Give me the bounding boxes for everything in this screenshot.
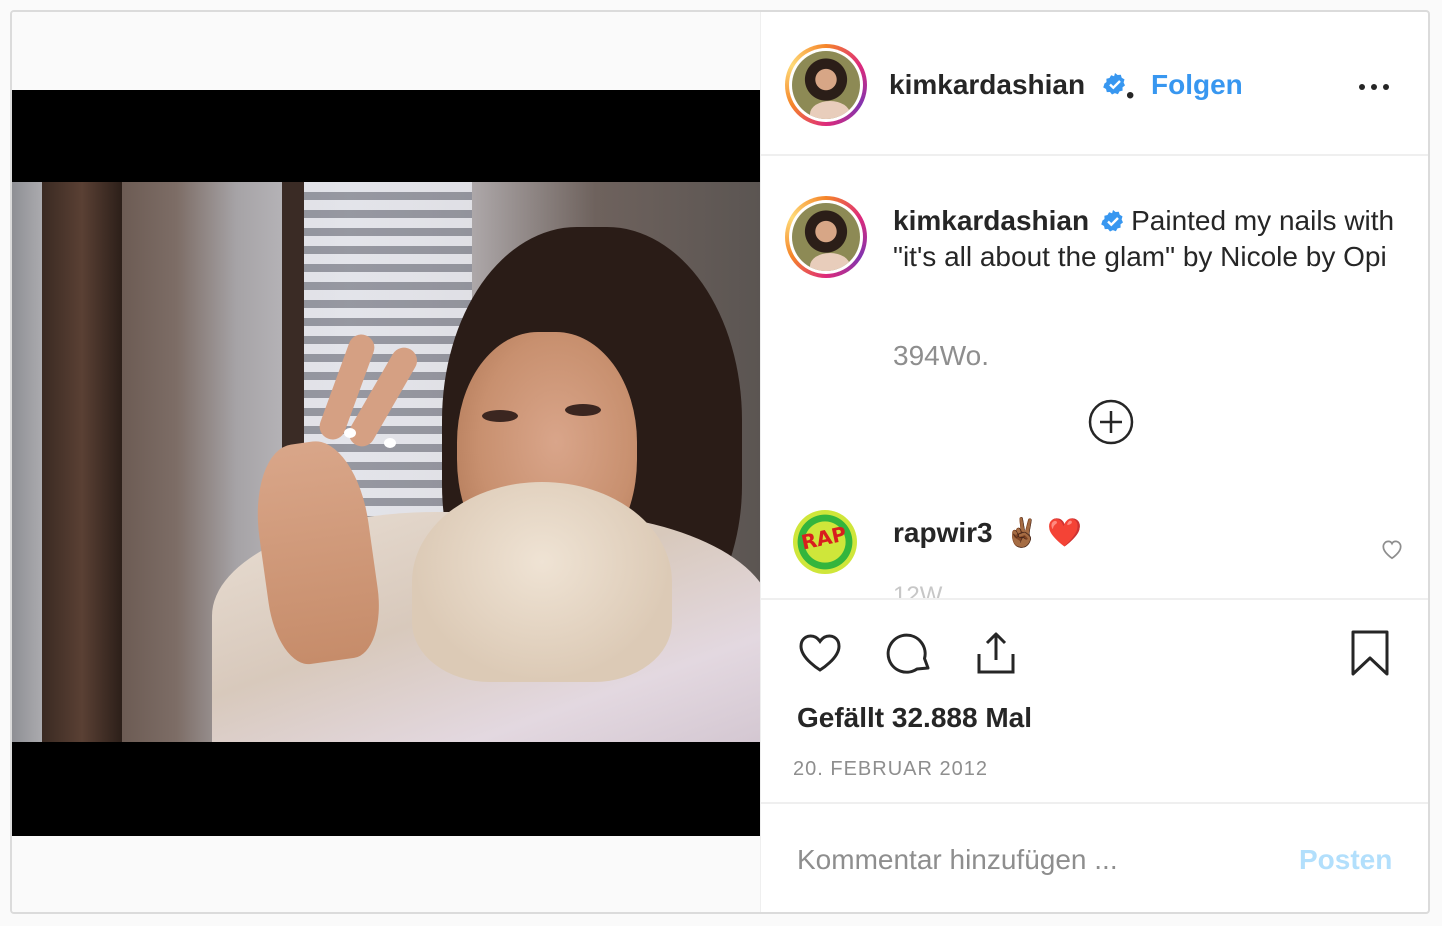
- comment-avatar[interactable]: RAP: [793, 510, 857, 574]
- comment-avatar-logo: RAP: [799, 521, 849, 555]
- post-age[interactable]: 394Wo.: [893, 340, 989, 372]
- verified-badge-icon: [1103, 73, 1125, 95]
- verified-badge-icon: [1101, 210, 1124, 232]
- comment-text: ✌🏾 ❤️: [1004, 517, 1083, 548]
- photo-content: [12, 182, 760, 742]
- post-header: kimkardashian • Folgen: [761, 12, 1428, 156]
- likes-count-link[interactable]: Gefällt 32.888 Mal: [797, 702, 1032, 733]
- comments-section: kimkardashian Painted my nails with "it'…: [761, 158, 1428, 598]
- post-card: kimkardashian • Folgen kimkardashian Pai…: [10, 10, 1430, 914]
- post-sidebar: kimkardashian • Folgen kimkardashian Pai…: [760, 12, 1428, 912]
- follow-button[interactable]: Folgen: [1151, 69, 1243, 101]
- post-comment-button[interactable]: Posten: [1299, 844, 1392, 876]
- plus-circle-icon[interactable]: [1087, 398, 1135, 446]
- more-options-icon[interactable]: [1355, 72, 1395, 102]
- comment: rapwir3 ✌🏾 ❤️: [893, 516, 1082, 549]
- post-date[interactable]: 20. FEBRUAR 2012: [793, 758, 988, 781]
- heart-outline-icon[interactable]: [795, 628, 845, 678]
- author-avatar[interactable]: [785, 44, 867, 126]
- post-media: [12, 12, 760, 912]
- header-separator: •: [1126, 82, 1135, 109]
- post-caption: kimkardashian Painted my nails with "it'…: [893, 203, 1413, 275]
- likes-count: Gefällt 32.888 Mal: [797, 702, 1032, 734]
- caption-author-avatar[interactable]: [785, 196, 867, 278]
- action-bar: Gefällt 32.888 Mal 20. FEBRUAR 2012: [761, 598, 1428, 802]
- comment-heart-icon[interactable]: [1379, 536, 1405, 562]
- add-comment-bar: Posten: [761, 802, 1428, 912]
- comment-input[interactable]: [797, 840, 1257, 880]
- share-upload-icon[interactable]: [971, 628, 1021, 678]
- post-photo[interactable]: [12, 90, 760, 836]
- speech-bubble-icon[interactable]: [885, 628, 935, 678]
- comment-meta: 12W: [893, 582, 943, 598]
- caption-username[interactable]: kimkardashian: [893, 205, 1089, 236]
- comment-username[interactable]: rapwir3: [893, 517, 993, 548]
- author-username[interactable]: kimkardashian: [889, 69, 1085, 101]
- bookmark-icon[interactable]: [1345, 628, 1395, 678]
